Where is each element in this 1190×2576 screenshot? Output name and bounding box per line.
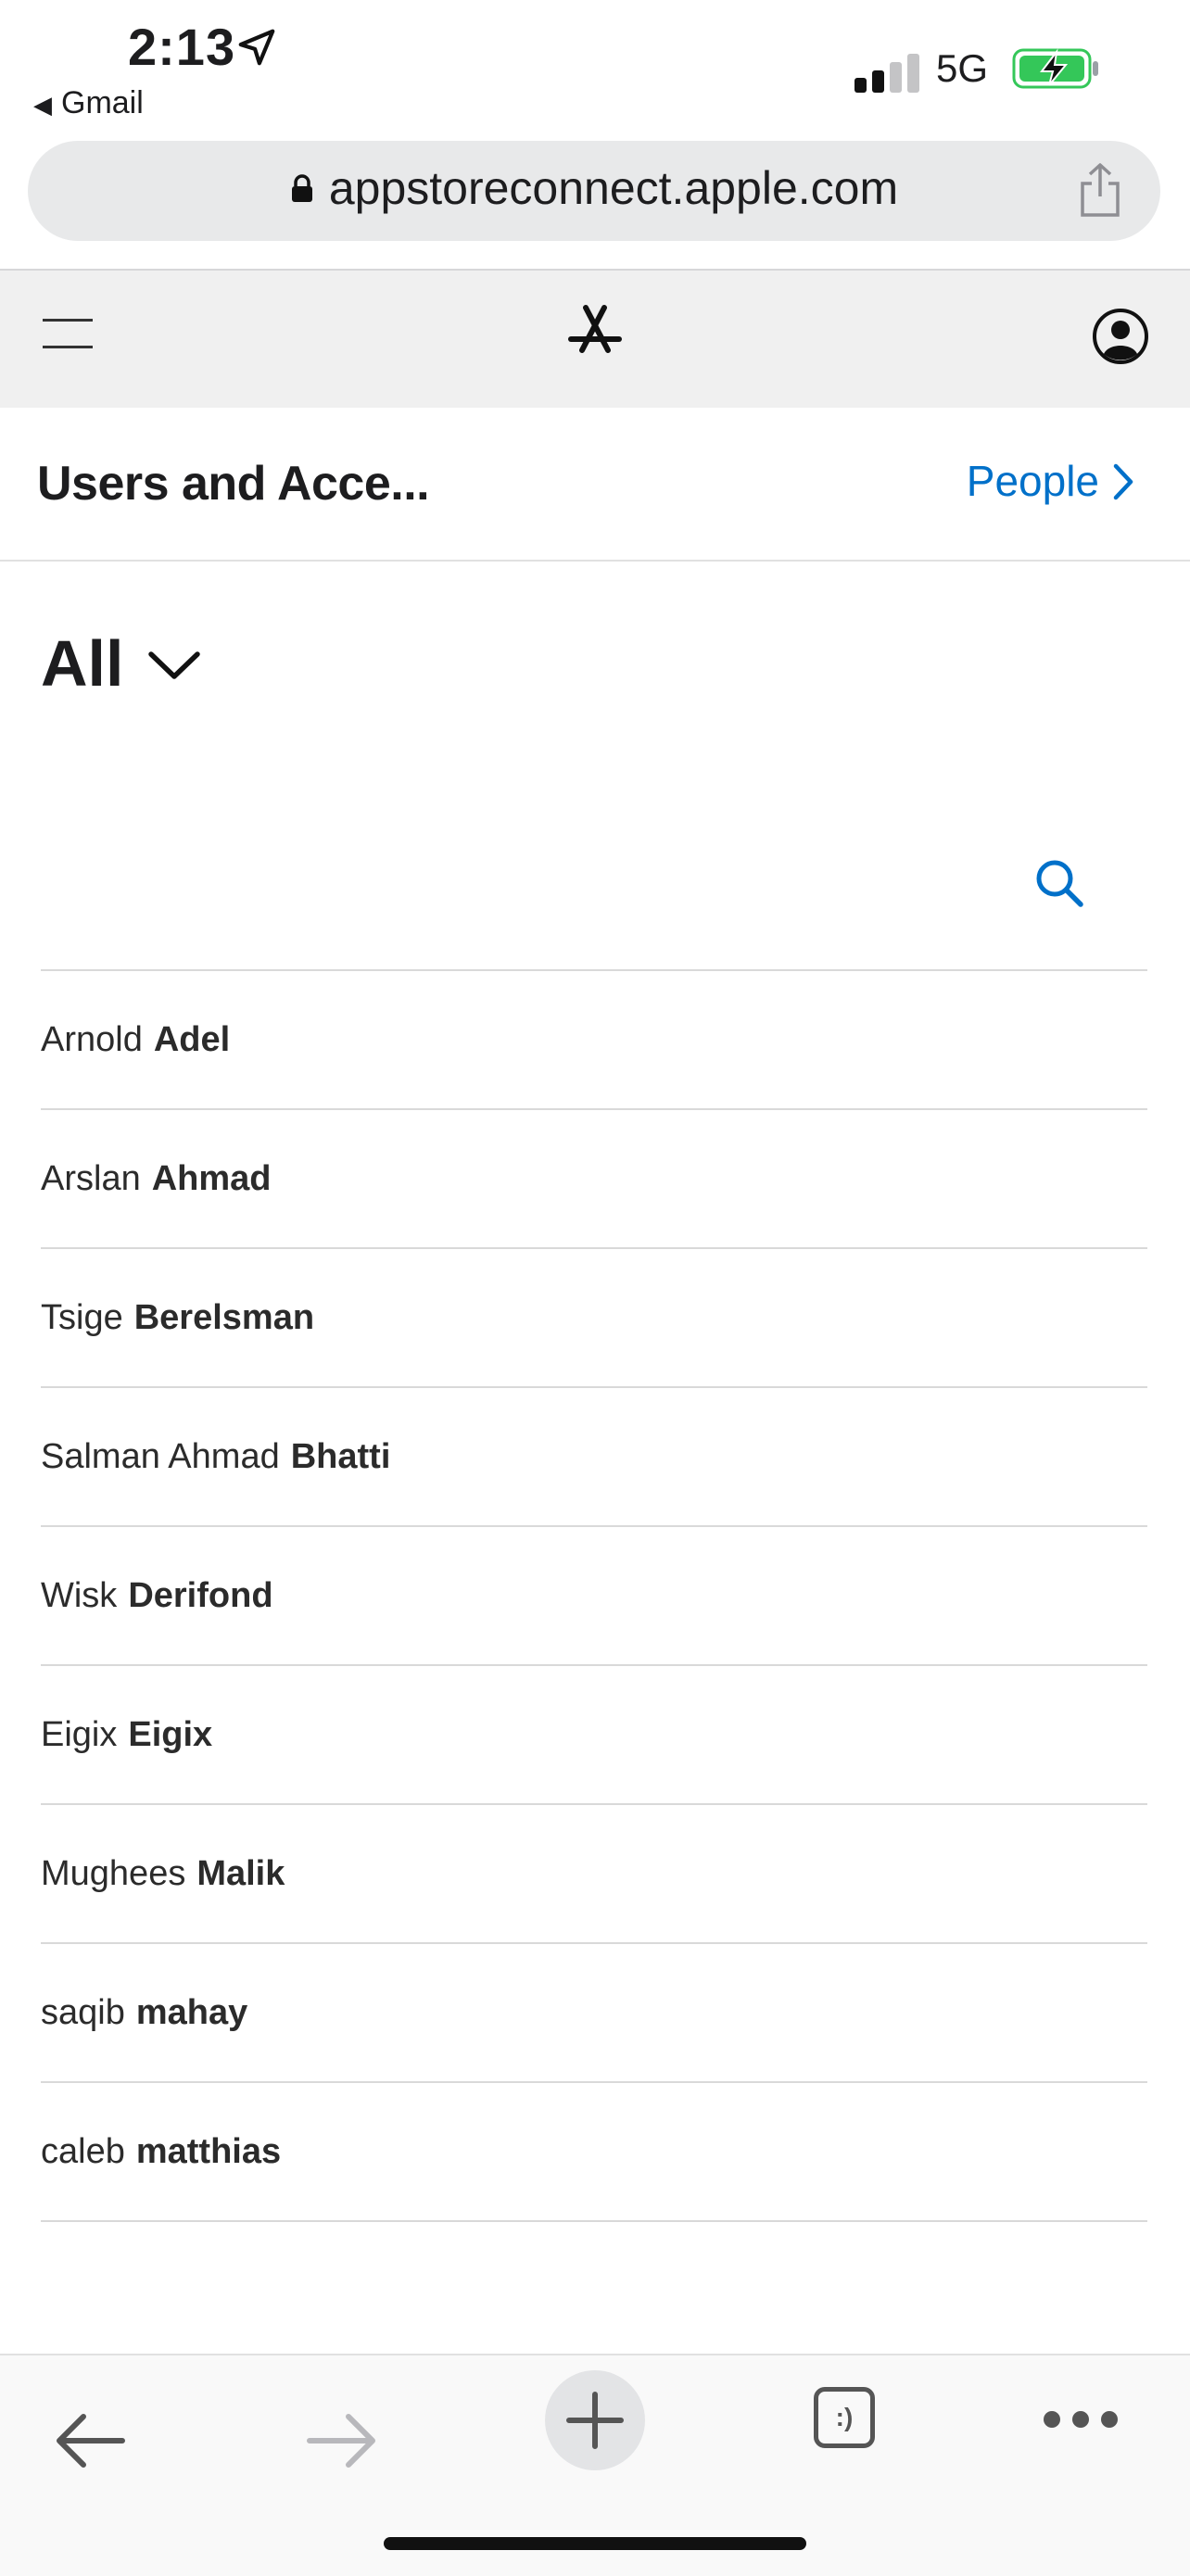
page-title: Users and Acce... bbox=[37, 457, 430, 511]
lock-icon bbox=[291, 174, 312, 202]
user-first-name: Mughees bbox=[41, 1853, 186, 1893]
list-item[interactable]: caleb matthias bbox=[41, 2083, 1147, 2222]
list-item[interactable]: Arslan Ahmad bbox=[41, 1110, 1147, 1249]
tabs-icon[interactable]: :) bbox=[814, 2387, 875, 2448]
user-last-name: Bhatti bbox=[290, 1436, 391, 1476]
list-item[interactable]: Eigix Eigix bbox=[41, 1666, 1147, 1805]
more-icon[interactable] bbox=[1042, 2409, 1120, 2430]
chevron-right-icon bbox=[1113, 463, 1133, 500]
list-item[interactable]: Wisk Derifond bbox=[41, 1527, 1147, 1666]
user-first-name: Eigix bbox=[41, 1714, 118, 1754]
back-app-label: Gmail bbox=[61, 85, 144, 120]
search-icon[interactable] bbox=[1034, 858, 1084, 908]
user-first-name: Tsige bbox=[41, 1297, 123, 1337]
hamburger-menu-icon[interactable] bbox=[43, 319, 93, 373]
back-arrow-icon[interactable] bbox=[54, 2411, 126, 2470]
section-header: Users and Acce... People bbox=[0, 408, 1190, 562]
user-first-name: Salman Ahmad bbox=[41, 1436, 280, 1476]
filter-selected: All bbox=[41, 627, 124, 700]
back-triangle-icon: ◀ bbox=[33, 91, 52, 119]
status-bar: 2:13 ◀ Gmail 5G bbox=[0, 0, 1190, 130]
app-header bbox=[0, 271, 1190, 408]
user-first-name: saqib bbox=[41, 1992, 125, 2032]
url-text: appstoreconnect.apple.com bbox=[328, 162, 899, 214]
share-icon[interactable] bbox=[1077, 161, 1123, 219]
user-first-name: Wisk bbox=[41, 1575, 118, 1615]
plus-icon bbox=[566, 2392, 624, 2449]
list-item[interactable]: Arnold Adel bbox=[41, 971, 1147, 1110]
user-last-name: mahay bbox=[135, 1992, 248, 2032]
user-last-name: Malik bbox=[196, 1853, 285, 1893]
url-bar[interactable]: appstoreconnect.apple.com bbox=[28, 141, 1160, 241]
user-first-name: Arnold bbox=[41, 1019, 143, 1059]
user-last-name: Adel bbox=[153, 1019, 231, 1059]
people-link-label: People bbox=[966, 457, 1099, 505]
app-store-icon[interactable] bbox=[565, 302, 625, 361]
user-first-name: caleb bbox=[41, 2131, 125, 2171]
list-item[interactable]: saqib mahay bbox=[41, 1944, 1147, 2083]
back-to-app-link[interactable]: ◀ Gmail bbox=[33, 85, 144, 121]
location-arrow-icon bbox=[238, 29, 275, 66]
list-item[interactable]: Tsige Berelsman bbox=[41, 1249, 1147, 1388]
chevron-down-icon bbox=[148, 651, 201, 679]
account-icon[interactable] bbox=[1092, 308, 1149, 365]
signal-icon bbox=[855, 52, 919, 93]
network-type: 5G bbox=[936, 46, 989, 90]
battery-charging-icon bbox=[1012, 48, 1098, 89]
user-first-name: Arslan bbox=[41, 1158, 141, 1198]
people-link[interactable]: People bbox=[967, 456, 1134, 506]
filter-dropdown[interactable]: All bbox=[41, 626, 201, 701]
user-last-name: Ahmad bbox=[151, 1158, 272, 1198]
user-last-name: Berelsman bbox=[133, 1297, 315, 1337]
list-item[interactable]: Salman Ahmad Bhatti bbox=[41, 1388, 1147, 1527]
user-last-name: Eigix bbox=[128, 1714, 213, 1754]
user-last-name: matthias bbox=[135, 2131, 282, 2171]
user-last-name: Derifond bbox=[128, 1575, 273, 1615]
status-time: 2:13 bbox=[128, 18, 236, 76]
new-tab-button[interactable] bbox=[545, 2370, 645, 2470]
forward-arrow-icon[interactable] bbox=[306, 2411, 378, 2470]
home-indicator bbox=[384, 2537, 806, 2550]
user-list: Arnold Adel Arslan Ahmad Tsige Berelsman Sa… bbox=[41, 969, 1147, 2222]
list-item[interactable]: Mughees Malik bbox=[41, 1805, 1147, 1944]
